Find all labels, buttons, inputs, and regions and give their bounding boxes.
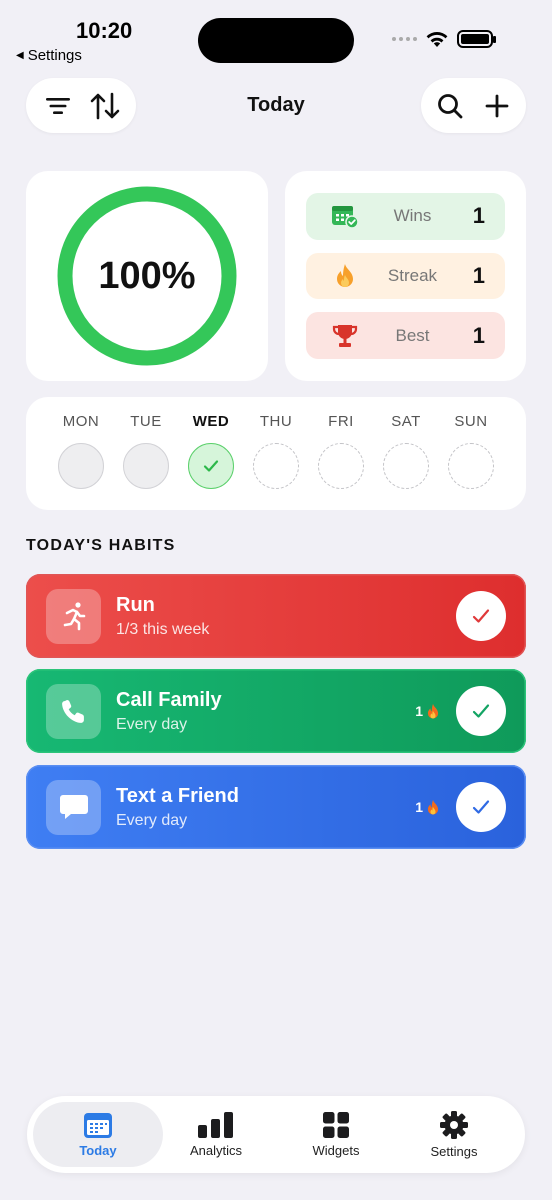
- day-label: THU: [259, 413, 293, 430]
- search-button[interactable]: [432, 88, 468, 124]
- plus-icon: [485, 94, 509, 117]
- day-sun[interactable]: SUN: [441, 413, 501, 489]
- back-arrow-icon: ◀: [16, 50, 24, 61]
- day-label: WED: [192, 413, 230, 430]
- tab-settings[interactable]: Settings: [389, 1102, 519, 1167]
- signal-icon: [392, 37, 417, 41]
- day-thu[interactable]: THU: [246, 413, 306, 489]
- tab-label: Widgets: [312, 1143, 360, 1158]
- habits-section-title: TODAY'S HABITS: [26, 537, 176, 554]
- day-mon[interactable]: MON: [51, 413, 111, 489]
- tab-analytics[interactable]: Analytics: [151, 1102, 281, 1167]
- day-status-circle: [383, 443, 429, 489]
- grid-icon: [323, 1112, 349, 1138]
- flame-icon: [427, 703, 439, 718]
- day-status-circle: [58, 443, 104, 489]
- day-fri[interactable]: FRI: [311, 413, 371, 489]
- day-tue[interactable]: TUE: [116, 413, 176, 489]
- day-status-circle: [253, 443, 299, 489]
- day-label: SAT: [391, 413, 421, 430]
- habit-streak: 1: [415, 703, 440, 720]
- best-stat: Best 1: [306, 312, 505, 360]
- status-time: 10:20: [76, 18, 133, 43]
- habit-complete-toggle[interactable]: [456, 686, 506, 736]
- day-wed[interactable]: WED: [181, 413, 241, 489]
- tab-label: Settings: [430, 1144, 478, 1159]
- stats-card: Wins 1 Streak 1 Best 1: [285, 171, 526, 381]
- back-link-label: Settings: [27, 47, 82, 64]
- day-label: FRI: [328, 413, 354, 430]
- tab-label: Analytics: [189, 1143, 243, 1158]
- wins-stat: Wins 1: [306, 193, 505, 240]
- running-icon: [46, 588, 101, 644]
- wins-label: Wins: [393, 206, 432, 226]
- checkmark-icon: [472, 800, 490, 814]
- best-label: Best: [395, 325, 430, 345]
- habit-name: Text a Friend: [116, 784, 239, 807]
- habit-subtitle: Every day: [116, 715, 188, 733]
- tab-label: Today: [79, 1143, 117, 1158]
- progress-ring: 100%: [55, 184, 239, 368]
- habit-streak-count: 1: [415, 799, 423, 815]
- habit-card-run[interactable]: Run 1/3 this week: [26, 574, 526, 658]
- wins-value: 1: [472, 203, 485, 229]
- gear-icon: [440, 1111, 468, 1139]
- calendar-icon: [84, 1113, 112, 1138]
- back-to-settings-link[interactable]: ◀ Settings: [16, 47, 82, 64]
- day-label: SUN: [454, 413, 488, 430]
- tab-today[interactable]: Today: [33, 1102, 163, 1167]
- habit-streak-count: 1: [415, 703, 423, 719]
- trophy-icon: [330, 321, 360, 351]
- habit-name: Call Family: [116, 688, 222, 711]
- flame-icon: [427, 799, 439, 814]
- tab-widgets[interactable]: Widgets: [271, 1102, 401, 1167]
- habit-subtitle: 1/3 this week: [116, 620, 210, 638]
- progress-percent: 100%: [98, 254, 196, 297]
- search-icon: [438, 93, 463, 118]
- calendar-check-icon: [330, 201, 360, 231]
- header-right-controls: [421, 78, 526, 133]
- dynamic-island: [198, 18, 354, 63]
- streak-stat: Streak 1: [306, 252, 505, 300]
- habit-card-call-family[interactable]: Call Family Every day 1: [26, 669, 526, 753]
- progress-card: 100%: [26, 171, 268, 381]
- day-status-circle: [188, 443, 234, 489]
- checkmark-icon: [472, 704, 490, 718]
- day-status-circle: [123, 443, 169, 489]
- day-status-circle: [448, 443, 494, 489]
- phone-icon: [46, 683, 101, 739]
- add-habit-button[interactable]: [479, 88, 515, 124]
- habit-subtitle: Every day: [116, 811, 188, 829]
- day-label: MON: [62, 413, 100, 430]
- wifi-icon: [426, 31, 448, 47]
- habit-card-text-a-friend[interactable]: Text a Friend Every day 1: [26, 765, 526, 849]
- habit-streak: 1: [415, 799, 440, 816]
- battery-icon: [457, 30, 496, 48]
- flame-icon: [330, 261, 360, 291]
- status-indicators: [392, 30, 496, 48]
- best-value: 1: [472, 322, 485, 348]
- day-sat[interactable]: SAT: [376, 413, 436, 489]
- habit-complete-toggle[interactable]: [456, 782, 506, 832]
- checkmark-icon: [203, 460, 219, 472]
- streak-label: Streak: [387, 266, 438, 285]
- chat-bubble-icon: [46, 779, 101, 835]
- day-label: TUE: [130, 413, 162, 430]
- bar-chart-icon: [198, 1112, 233, 1138]
- week-strip: MON TUE WED THU FRI SAT SUN: [26, 397, 526, 510]
- checkmark-icon: [472, 609, 490, 623]
- habit-name: Run: [116, 593, 155, 616]
- day-status-circle: [318, 443, 364, 489]
- habit-complete-toggle[interactable]: [456, 591, 506, 641]
- streak-value: 1: [472, 263, 485, 288]
- bottom-tab-bar: Today Analytics Widgets Settings: [27, 1096, 525, 1173]
